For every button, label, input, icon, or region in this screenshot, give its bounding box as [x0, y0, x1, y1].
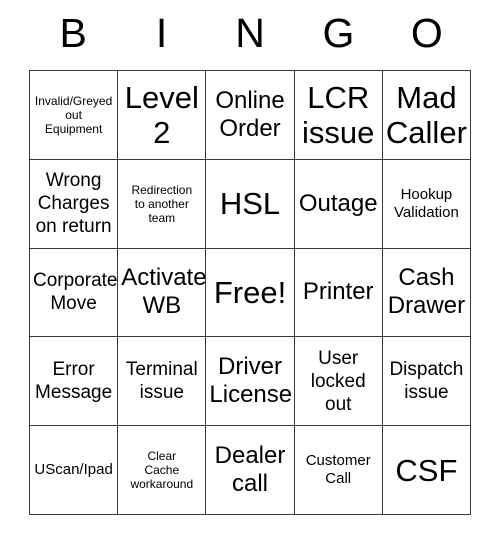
bingo-cell-label: Activate WB: [121, 264, 207, 320]
bingo-row: Wrong Charges on return Redirection to a…: [30, 159, 472, 249]
bingo-cell-label: LCR issue: [302, 79, 375, 150]
bingo-cell-label: Online Order: [215, 86, 285, 142]
bingo-row: UScan/Ipad Clear Cache workaround Dealer…: [30, 426, 472, 515]
bingo-cell[interactable]: UScan/Ipad: [30, 426, 119, 515]
bingo-cell-label: Wrong Charges on return: [35, 170, 112, 238]
bingo-cell-label: Terminal issue: [125, 359, 198, 404]
bingo-cell-label: Error Message: [35, 359, 113, 404]
bingo-cell-label: Level 2: [124, 79, 199, 150]
bingo-cell-label: Cash Drawer: [387, 264, 466, 320]
bingo-cell[interactable]: Dealer call: [206, 426, 295, 515]
bingo-cell[interactable]: Level 2: [118, 71, 207, 160]
bingo-header-letter-i: I: [155, 9, 168, 56]
bingo-cell[interactable]: Cash Drawer: [382, 248, 472, 338]
bingo-header-letter-o: O: [410, 9, 443, 56]
bingo-cell[interactable]: User locked out: [294, 337, 383, 427]
bingo-cell[interactable]: Online Order: [206, 71, 295, 160]
bingo-cell-label: Clear Cache workaround: [130, 449, 194, 492]
bingo-cell-label: Mad Caller: [385, 79, 467, 150]
bingo-cell-label: Dealer call: [214, 442, 286, 498]
bingo-cell-label: Customer Call: [305, 452, 371, 488]
bingo-cell[interactable]: Activate WB: [118, 248, 207, 338]
bingo-cell[interactable]: Invalid/Greyed out Equipment: [30, 71, 119, 160]
bingo-cell[interactable]: Printer: [294, 248, 383, 338]
bingo-cell-label: User locked out: [310, 347, 366, 415]
bingo-cell-label: HSL: [219, 186, 281, 222]
bingo-row: Corporate Move Activate WB Free! Printer…: [30, 248, 472, 338]
bingo-cell[interactable]: Clear Cache workaround: [118, 426, 207, 515]
bingo-header-letter-b: B: [59, 9, 87, 56]
bingo-card: B I N G O Invalid/Greyed out Equipment L…: [29, 0, 472, 515]
bingo-header-letter-g: G: [322, 9, 355, 56]
bingo-header-row: B I N G O: [29, 0, 471, 70]
bingo-cell-label: Redirection to another team: [131, 182, 193, 225]
bingo-cell-label: Dispatch issue: [389, 359, 464, 404]
bingo-grid: Invalid/Greyed out Equipment Level 2 Onl…: [29, 70, 472, 515]
bingo-cell[interactable]: Corporate Move: [30, 248, 119, 338]
bingo-cell[interactable]: HSL: [206, 159, 295, 249]
bingo-cell-label: Outage: [298, 189, 378, 217]
bingo-cell[interactable]: Wrong Charges on return: [30, 159, 119, 249]
bingo-cell-label: Corporate Move: [33, 270, 118, 315]
bingo-cell-label: UScan/Ipad: [34, 461, 113, 479]
bingo-cell-label: Hookup Validation: [394, 185, 459, 221]
bingo-cell-free[interactable]: Free!: [206, 248, 295, 338]
bingo-cell[interactable]: Error Message: [30, 337, 119, 427]
bingo-cell[interactable]: Hookup Validation: [382, 159, 472, 249]
bingo-cell-label: Driver License: [209, 353, 293, 409]
bingo-header-letter-n: N: [235, 9, 265, 56]
bingo-cell[interactable]: Redirection to another team: [118, 159, 207, 249]
bingo-row: Error Message Terminal issue Driver Lice…: [30, 337, 472, 427]
bingo-cell[interactable]: Mad Caller: [382, 71, 472, 160]
bingo-cell[interactable]: Terminal issue: [118, 337, 207, 427]
bingo-cell[interactable]: Outage: [294, 159, 383, 249]
bingo-cell-label: Free!: [213, 274, 287, 310]
bingo-cell[interactable]: Dispatch issue: [382, 337, 472, 427]
bingo-cell-label: CSF: [395, 452, 458, 488]
bingo-cell[interactable]: Driver License: [206, 337, 295, 427]
bingo-cell-label: Printer: [302, 278, 374, 306]
bingo-cell[interactable]: LCR issue: [294, 71, 383, 160]
bingo-cell-label: Invalid/Greyed out Equipment: [34, 93, 113, 136]
bingo-row: Invalid/Greyed out Equipment Level 2 Onl…: [30, 71, 472, 160]
bingo-cell[interactable]: Customer Call: [294, 426, 383, 515]
bingo-cell[interactable]: CSF: [382, 426, 472, 515]
